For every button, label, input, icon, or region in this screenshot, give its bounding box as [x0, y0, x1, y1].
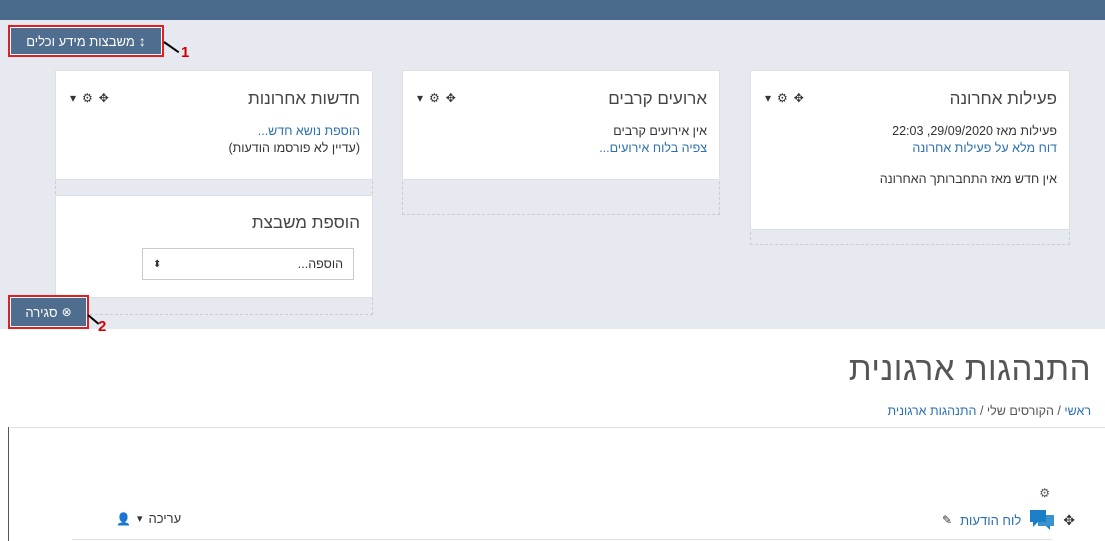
block-controls: ▾ ⚙ ✥ — [417, 91, 456, 105]
block-controls: ▾ ⚙ ✥ — [70, 91, 109, 105]
close-blocks-drawer-button[interactable]: ⊗ סגירה — [8, 295, 89, 329]
caret-down-icon[interactable]: ▾ — [70, 91, 76, 105]
add-block-block: הוספת משבצת הוספה... ⬍ — [55, 195, 373, 298]
toggle-blocks-drawer-button[interactable]: ↕ משבצות מידע וכלים — [8, 25, 164, 57]
annotation-number-1: 1 — [181, 44, 190, 61]
add-block-select[interactable]: הוספה... ⬍ — [142, 248, 354, 280]
go-to-calendar-link[interactable]: צפיה בלוח אירועים... — [415, 140, 707, 157]
breadcrumb-separator: / — [976, 404, 984, 418]
pencil-icon[interactable]: ✎ — [942, 513, 952, 527]
breadcrumb: ראשי / הקורסים שלי / התנהגות ארגונית — [888, 404, 1091, 418]
caret-down-icon[interactable]: ▾ — [765, 91, 771, 105]
recent-activity-title: פעילות אחרונה — [949, 89, 1057, 108]
page-title: התנהגות ארגונית — [848, 350, 1091, 387]
edit-label: עריכה — [148, 511, 182, 526]
section-gear-icon[interactable]: ⚙ — [1039, 486, 1050, 500]
breadcrumb-course[interactable]: התנהגות ארגונית — [888, 404, 977, 418]
content-left-border — [8, 427, 9, 541]
move-icon[interactable]: ✥ — [446, 91, 456, 105]
nothing-new-text: אין חדש מאז התחברותך האחרונה — [879, 172, 1057, 186]
header-divider — [10, 427, 1105, 428]
move-icon[interactable]: ✥ — [794, 91, 804, 105]
add-topic-link[interactable]: הוספת נושא חדש... — [68, 123, 360, 140]
annotation-number-2: 2 — [98, 318, 107, 335]
gear-icon[interactable]: ⚙ — [429, 91, 440, 105]
move-icon[interactable]: ✥ — [99, 91, 109, 105]
gear-icon[interactable]: ⚙ — [777, 91, 788, 105]
section-divider — [72, 539, 1052, 540]
upcoming-events-title: ארועים קרבים — [608, 89, 707, 108]
vertical-arrows-icon: ↕ — [138, 33, 146, 49]
activity-since-text: פעילות מאז 29/09/2020, 22:03 — [892, 124, 1057, 138]
select-arrows-icon: ⬍ — [153, 258, 162, 270]
forum-link[interactable]: לוח הודעות — [960, 513, 1021, 528]
breadcrumb-home[interactable]: ראשי — [1064, 404, 1091, 418]
latest-news-title: חדשות אחרונות — [247, 89, 360, 108]
top-navbar — [0, 0, 1105, 20]
no-news-text: (עדיין לא פורסמו הודעות) — [228, 141, 360, 155]
close-circle-icon: ⊗ — [61, 305, 72, 319]
no-events-text: אין אירועים קרבים — [613, 124, 707, 138]
move-icon[interactable]: ✥ — [1063, 512, 1075, 529]
block-controls: ▾ ⚙ ✥ — [765, 91, 804, 105]
breadcrumb-my-courses[interactable]: הקורסים שלי — [987, 404, 1054, 418]
add-block-title: הוספת משבצת — [251, 213, 360, 232]
gear-icon[interactable]: ⚙ — [82, 91, 93, 105]
forum-activity-row: ✥ לוח הודעות ✎ — [942, 509, 1075, 531]
close-label: סגירה — [25, 304, 58, 320]
add-block-select-value: הוספה... — [297, 257, 343, 271]
recent-activity-block: ▾ ⚙ ✥ פעילות אחרונה פעילות מאז 29/09/202… — [750, 70, 1070, 230]
breadcrumb-separator: / — [1053, 404, 1061, 418]
upcoming-events-block: ▾ ⚙ ✥ ארועים קרבים אין אירועים קרבים צפי… — [402, 70, 720, 180]
forum-chat-icon — [1029, 509, 1055, 531]
latest-news-block: ▾ ⚙ ✥ חדשות אחרונות הוספת נושא חדש... (ע… — [55, 70, 373, 180]
edit-menu[interactable]: עריכה ▾ 👤 — [116, 511, 181, 526]
user-icon: 👤 — [116, 511, 131, 526]
caret-down-icon[interactable]: ▾ — [417, 91, 423, 105]
toggle-blocks-label: משבצות מידע וכלים — [26, 33, 135, 49]
caret-down-icon: ▾ — [136, 513, 143, 525]
full-report-link[interactable]: דוח מלא על פעילות אחרונה — [763, 140, 1057, 157]
